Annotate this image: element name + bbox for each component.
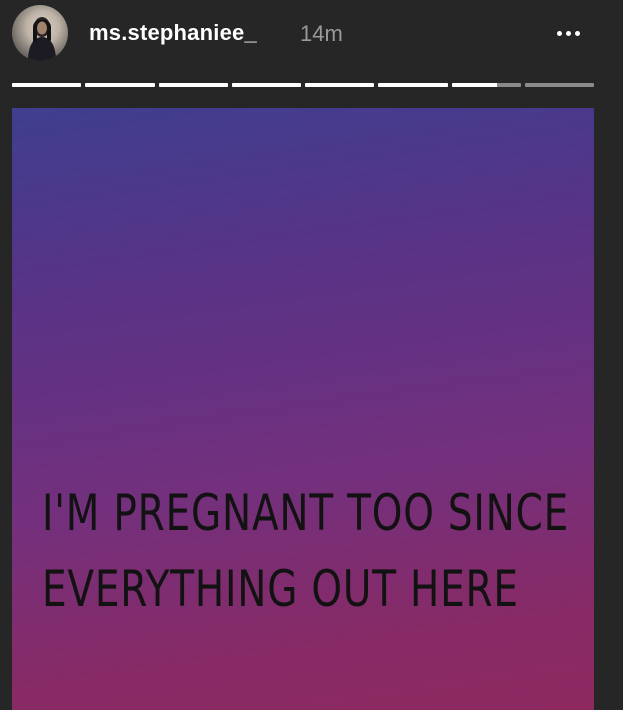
story-progress-segment <box>158 83 228 87</box>
story-progress-bar <box>12 83 594 87</box>
story-progress-fill <box>451 83 497 87</box>
story-text-line: I'M PREGNANT TOO SINCE <box>42 484 570 542</box>
story-progress-segment <box>231 83 301 87</box>
story-progress-segment <box>305 83 375 87</box>
story-progress-segment <box>85 83 155 87</box>
story-content[interactable]: I'M PREGNANT TOO SINCE EVERYTHING OUT HE… <box>12 108 594 710</box>
story-progress-segment <box>378 83 448 87</box>
story-progress-segment <box>524 83 594 87</box>
story-progress-fill <box>378 83 448 87</box>
story-text-line: EVERYTHING OUT HERE <box>42 560 519 618</box>
story-progress-fill <box>12 83 82 87</box>
ellipsis-icon <box>574 30 580 36</box>
story-progress-fill <box>231 83 301 87</box>
more-options-button[interactable] <box>548 18 588 48</box>
story-progress-fill <box>85 83 155 87</box>
story-header: ms.stephaniee_ 14m <box>0 0 623 70</box>
avatar[interactable] <box>12 5 68 61</box>
username[interactable]: ms.stephaniee_ <box>89 20 257 46</box>
story-progress-segment <box>451 83 521 87</box>
story-timestamp: 14m <box>300 21 343 46</box>
ellipsis-icon <box>565 30 571 36</box>
story-viewer: ms.stephaniee_ 14m I'M PREGNANT TOO SINC… <box>0 0 623 710</box>
ellipsis-icon <box>556 30 562 36</box>
story-progress-fill <box>158 83 228 87</box>
story-progress-fill <box>305 83 375 87</box>
story-progress-segment <box>12 83 82 87</box>
avatar-photo <box>28 17 56 61</box>
story-text: I'M PREGNANT TOO SINCE EVERYTHING OUT HE… <box>42 475 570 627</box>
